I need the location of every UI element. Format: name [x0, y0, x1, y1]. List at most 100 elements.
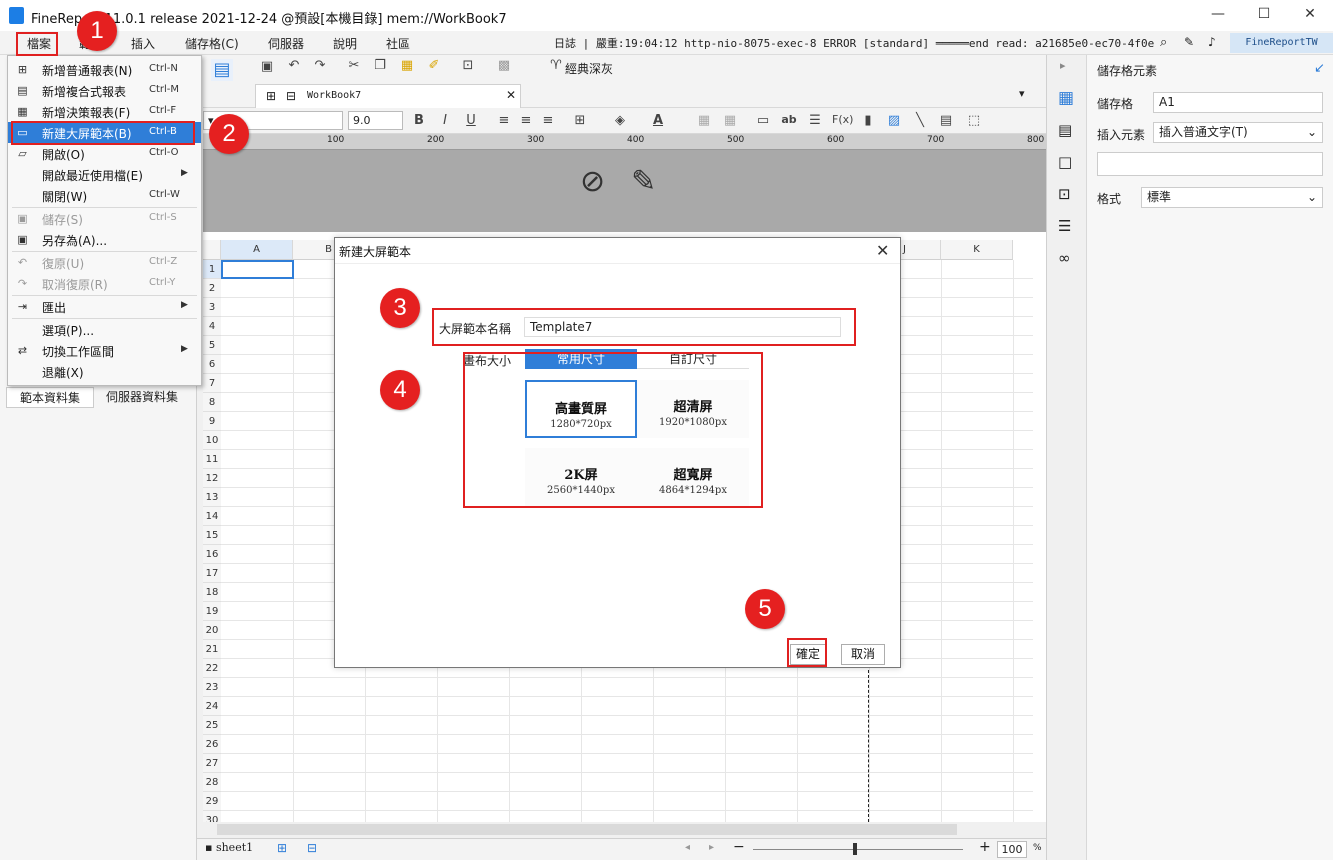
content-field[interactable]: [1097, 152, 1323, 176]
cut-icon[interactable]: ✂: [345, 58, 363, 73]
cell-field[interactable]: A1: [1153, 92, 1323, 113]
menu-community[interactable]: 社區: [386, 35, 410, 52]
image-icon[interactable]: ▨: [885, 113, 903, 128]
row-header[interactable]: 2: [203, 279, 221, 298]
row-header[interactable]: 11: [203, 450, 221, 469]
row-header[interactable]: 9: [203, 412, 221, 431]
row-header[interactable]: 7: [203, 374, 221, 393]
zoom-out-icon[interactable]: −: [733, 839, 745, 855]
theme-label[interactable]: 經典深灰: [565, 60, 613, 77]
file-menu-item[interactable]: ↶ 復原(U) Ctrl-Z: [8, 252, 201, 273]
redo-icon[interactable]: ↷: [311, 58, 329, 73]
menu-insert[interactable]: 插入: [131, 35, 155, 52]
row-header[interactable]: 26: [203, 735, 221, 754]
file-menu-item[interactable]: 開啟最近使用檔(E) ▶: [8, 164, 201, 185]
undo-icon[interactable]: ↶: [285, 58, 303, 73]
collapse-icon[interactable]: ▾: [1019, 87, 1025, 100]
format-painter-icon[interactable]: ✐: [425, 58, 443, 73]
row-header[interactable]: 10: [203, 431, 221, 450]
file-menu-item[interactable]: ▤ 新增複合式報表 Ctrl-M: [8, 80, 201, 101]
preview-icon[interactable]: ⊡: [459, 58, 477, 73]
row-header[interactable]: 3: [203, 298, 221, 317]
file-menu-item[interactable]: ⇥ 匯出 ▶: [8, 296, 201, 317]
row-header[interactable]: 5: [203, 336, 221, 355]
cell-border-icon[interactable]: ⬚: [965, 113, 983, 128]
selected-cell[interactable]: [221, 260, 294, 279]
scroll-thumb[interactable]: [217, 824, 957, 835]
maximize-icon[interactable]: ☐: [1256, 6, 1272, 22]
menu-help[interactable]: 說明: [333, 35, 357, 52]
font-size-select[interactable]: 9.0: [348, 111, 403, 130]
horizontal-scrollbar[interactable]: [197, 822, 1046, 838]
row-header[interactable]: 4: [203, 317, 221, 336]
border-icon[interactable]: ⊞: [571, 113, 589, 128]
shirt-icon[interactable]: ♈: [547, 58, 565, 73]
slash-icon[interactable]: ╲: [911, 113, 929, 128]
file-menu-item[interactable]: ↷ 取消復原(R) Ctrl-Y: [8, 273, 201, 294]
text-icon[interactable]: ▭: [754, 113, 772, 128]
note-icon[interactable]: ✎: [1184, 35, 1194, 49]
paste-icon[interactable]: ▦: [398, 58, 416, 73]
float-element-icon[interactable]: □: [1058, 153, 1072, 171]
row-header[interactable]: 30: [203, 811, 221, 822]
cell-element-icon[interactable]: ▦: [1058, 88, 1074, 108]
format-select[interactable]: 標準 ⌄: [1141, 187, 1323, 208]
italic-icon[interactable]: I: [436, 113, 454, 128]
row-header[interactable]: 27: [203, 754, 221, 773]
menu-cell[interactable]: 儲存格(C): [185, 35, 239, 52]
tab-server-dataset[interactable]: 伺服器資料集: [96, 387, 188, 408]
row-header[interactable]: 13: [203, 488, 221, 507]
row-header[interactable]: 15: [203, 526, 221, 545]
cancel-button[interactable]: 取消: [841, 644, 885, 665]
widget-icon[interactable]: ⊡: [1058, 185, 1071, 203]
align-right-icon[interactable]: ≡: [539, 113, 557, 128]
file-menu-item[interactable]: 關閉(W) Ctrl-W: [8, 185, 201, 206]
chart-icon[interactable]: ▮: [859, 113, 877, 128]
tab-close-icon[interactable]: ✕: [506, 88, 516, 102]
font-color-icon[interactable]: A: [649, 113, 667, 128]
file-menu-item[interactable]: 選項(P)...: [8, 319, 201, 340]
save-icon[interactable]: ▣: [258, 59, 276, 74]
row-header[interactable]: 25: [203, 716, 221, 735]
insert-select[interactable]: 插入普通文字(T) ⌄: [1153, 122, 1323, 143]
hyperlink-icon[interactable]: ∞: [1058, 249, 1071, 267]
file-menu-item[interactable]: ⇄ 切換工作區間 ▶: [8, 340, 201, 361]
row-header[interactable]: 1: [203, 260, 221, 279]
zoom-in-icon[interactable]: +: [979, 839, 991, 855]
row-header[interactable]: 22: [203, 659, 221, 678]
expand-icon[interactable]: ▸: [1060, 59, 1066, 72]
row-header[interactable]: 6: [203, 355, 221, 374]
align-left-icon[interactable]: ≡: [495, 113, 513, 128]
column-header[interactable]: K: [941, 240, 1013, 260]
ab-icon[interactable]: ab: [780, 113, 798, 126]
edit-pencil-icon[interactable]: ✎: [631, 164, 656, 199]
row-header[interactable]: 19: [203, 602, 221, 621]
row-header[interactable]: 29: [203, 792, 221, 811]
row-header[interactable]: 28: [203, 773, 221, 792]
fill-color-icon[interactable]: ◈: [611, 113, 629, 128]
hide-icon[interactable]: ⊘: [580, 164, 605, 199]
minimize-icon[interactable]: —: [1210, 6, 1226, 22]
add-sheet-icon[interactable]: ⊞: [277, 841, 287, 855]
underline-icon[interactable]: U: [462, 113, 480, 128]
file-menu-item[interactable]: 退離(X): [8, 361, 201, 382]
align-center-icon[interactable]: ≡: [517, 113, 535, 128]
sheet-tab[interactable]: ▪ sheet1: [205, 841, 253, 854]
tab-template-dataset[interactable]: 範本資料集: [6, 387, 94, 408]
column-header[interactable]: A: [221, 240, 293, 260]
row-header[interactable]: 18: [203, 583, 221, 602]
row-header[interactable]: 8: [203, 393, 221, 412]
file-menu-item[interactable]: ▦ 新增決策報表(F) Ctrl-F: [8, 101, 201, 122]
zoom-slider-thumb[interactable]: [853, 843, 857, 855]
grid-corner[interactable]: [203, 240, 221, 260]
log-line[interactable]: 日誌 | 嚴重:19:04:12 http-nio-8075-exec-8 ER…: [554, 35, 1154, 51]
file-menu-item[interactable]: ▣ 另存為(A)...: [8, 229, 201, 250]
row-header[interactable]: 21: [203, 640, 221, 659]
row-header[interactable]: 17: [203, 564, 221, 583]
close-icon[interactable]: ✕: [1302, 6, 1318, 22]
zoom-slider[interactable]: [753, 849, 963, 850]
bold-icon[interactable]: B: [410, 113, 428, 128]
row-header[interactable]: 23: [203, 678, 221, 697]
bell-icon[interactable]: ♪: [1208, 35, 1216, 49]
file-menu-item[interactable]: ⊞ 新增普通報表(N) Ctrl-N: [8, 59, 201, 80]
